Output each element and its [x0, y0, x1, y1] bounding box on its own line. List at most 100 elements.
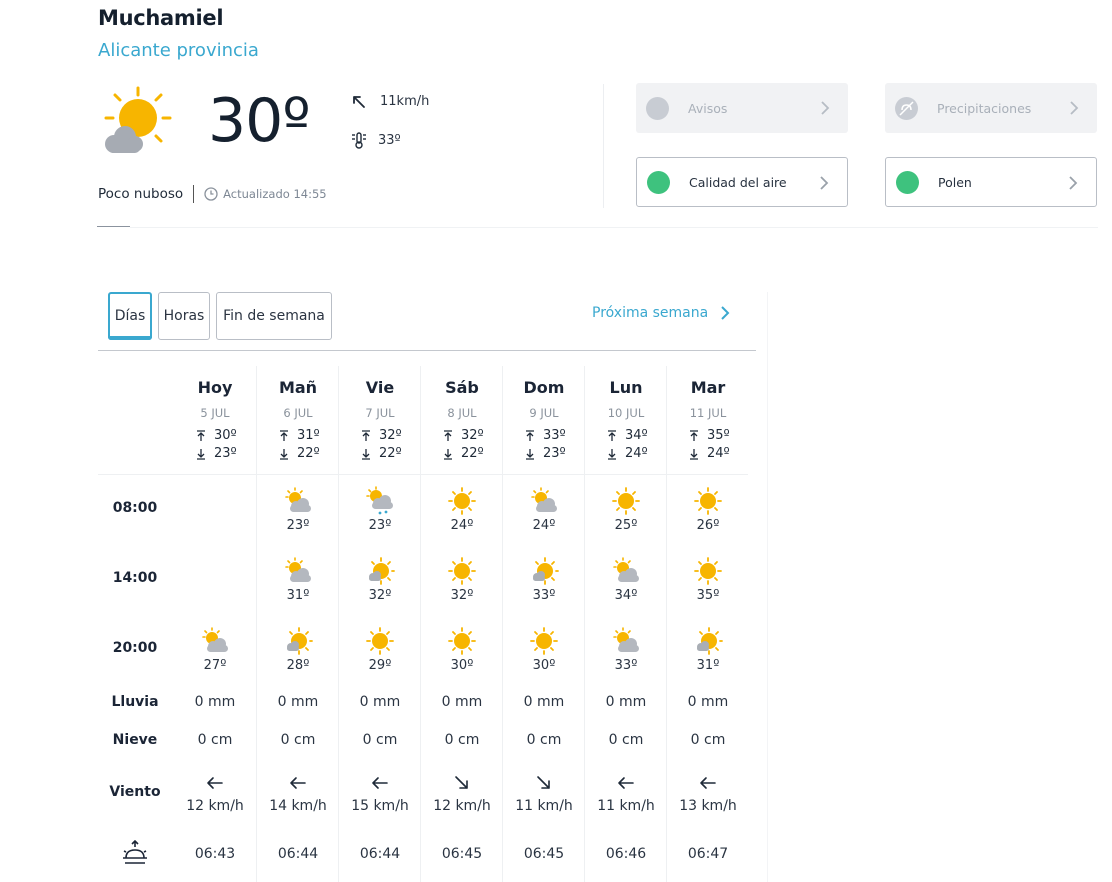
sun-icon: [530, 627, 558, 655]
day-date: 6 JUL: [283, 406, 313, 420]
sunrise-time: 06:47: [687, 846, 729, 862]
hour-temp: 35º: [696, 588, 720, 603]
day-name: Vie: [365, 378, 395, 397]
rain-value: 0 mm: [194, 694, 236, 710]
day-column[interactable]: Dom 9 JUL 33º 23º 24º 33º 30º 0 mm 0 cm 11 km/…: [502, 366, 584, 882]
hour-forecast-h1: 24º: [421, 486, 503, 533]
sunrise-time: 06:43: [194, 846, 236, 862]
thermometer-icon: [352, 132, 366, 149]
sun-cloud-icon: [285, 557, 311, 582]
next-week-label: Próxima semana: [592, 305, 709, 321]
arrow-up-icon: [197, 429, 205, 441]
wind-speed: 11 km/h: [515, 798, 573, 814]
min-temp-value: 22º: [297, 446, 320, 461]
snow-value: 0 cm: [526, 732, 562, 748]
feels-like-value: 33º: [378, 132, 401, 148]
max-temp: 34º: [607, 428, 648, 443]
sun-icon: [448, 487, 476, 515]
air-quality-card[interactable]: Calidad del aire: [636, 157, 848, 207]
hour-forecast-h3: 31º: [667, 626, 749, 673]
pollen-card[interactable]: Polen: [885, 157, 1097, 207]
hour-temp: 33º: [532, 588, 556, 603]
divider: [193, 185, 195, 203]
hour-temp: 25º: [614, 518, 638, 533]
chevron-right-icon: [1070, 101, 1079, 115]
sunrise-time: 06:45: [523, 846, 565, 862]
sunrise-time: 06:44: [277, 846, 319, 862]
tab-hours[interactable]: Horas: [158, 292, 210, 340]
rain-value: 0 mm: [523, 694, 565, 710]
arrow-down-icon: [280, 448, 288, 460]
hour-temp: 31º: [286, 588, 310, 603]
max-temp: 33º: [525, 428, 566, 443]
updated-info: Actualizado 14:55: [204, 187, 327, 201]
current-temperature: 30º: [208, 86, 311, 156]
province-link[interactable]: Alicante provincia: [98, 40, 259, 61]
tab-weekend[interactable]: Fin de semana: [216, 292, 332, 340]
day-column[interactable]: Sáb 8 JUL 32º 22º 24º 32º 30º 0 mm 0 cm 12 km/…: [420, 366, 502, 882]
sun-icon: [448, 627, 476, 655]
rain-value: 0 mm: [359, 694, 401, 710]
row-label-1400: 14:00: [112, 570, 158, 586]
sun-icon: [366, 627, 394, 655]
status-dot: [647, 170, 670, 194]
day-column[interactable]: Vie 7 JUL 32º 22º 23º 32º 29º 0 mm 0 cm 15 km/…: [338, 366, 420, 882]
row-label-2000: 20:00: [112, 640, 158, 656]
sun-small-cloud-icon: [697, 627, 723, 655]
sunrise-icon: [123, 840, 147, 864]
min-temp: 22º: [279, 446, 320, 461]
snow-value: 0 cm: [280, 732, 316, 748]
max-temp: 32º: [361, 428, 402, 443]
day-name: Mañ: [278, 378, 318, 397]
day-date: 9 JUL: [529, 406, 559, 420]
tab-label: Días: [114, 308, 146, 324]
city-name: Muchamiel: [98, 6, 224, 30]
sun-cloud-icon: [613, 627, 639, 652]
precipitation-card[interactable]: Precipitaciones: [885, 83, 1097, 133]
hour-forecast-h3: 29º: [339, 626, 421, 673]
tab-label: Fin de semana: [223, 308, 325, 324]
hour-temp: 31º: [696, 658, 720, 673]
card-label: Avisos: [688, 100, 728, 116]
hour-forecast-h3: 33º: [585, 626, 667, 673]
hour-temp: 30º: [450, 658, 474, 673]
wind-direction-icon: [455, 776, 468, 789]
chevron-right-icon: [821, 101, 830, 115]
condition-row: Poco nuboso Actualizado 14:55: [98, 184, 327, 204]
updated-text: Actualizado 14:55: [223, 187, 327, 201]
max-temp-value: 33º: [543, 428, 566, 443]
next-week-link[interactable]: Próxima semana: [592, 305, 730, 321]
sun-small-cloud-icon: [533, 557, 559, 585]
min-temp-value: 23º: [214, 446, 237, 461]
wind-direction-icon: [618, 777, 634, 789]
warnings-card[interactable]: Avisos: [636, 83, 848, 133]
arrow-down-icon: [526, 448, 534, 460]
hour-temp: 32º: [368, 588, 392, 603]
tab-days[interactable]: Días: [108, 292, 152, 340]
arrow-up-icon: [608, 429, 616, 441]
sun-icon: [448, 557, 476, 585]
snow-value: 0 cm: [197, 732, 233, 748]
day-column[interactable]: Hoy 5 JUL 30º 23º 27º 0 mm 0 cm 12 km/h 06:43: [174, 366, 256, 882]
hour-forecast-h3: 27º: [174, 626, 256, 673]
sunrise-time: 06:46: [605, 846, 647, 862]
day-column[interactable]: Lun 10 JUL 34º 24º 25º 34º 33º 0 mm 0 cm 11 km…: [584, 366, 666, 882]
max-temp-value: 34º: [625, 428, 648, 443]
rain-value: 0 mm: [687, 694, 729, 710]
min-temp: 22º: [443, 446, 484, 461]
day-name: Dom: [523, 378, 565, 397]
hour-forecast-h1: 26º: [667, 486, 749, 533]
day-column[interactable]: Mañ 6 JUL 31º 22º 23º 31º 28º 0 mm 0 cm 14 km/…: [256, 366, 338, 882]
min-temp: 22º: [361, 446, 402, 461]
current-wind-speed: 11km/h: [380, 94, 430, 109]
hour-temp: 33º: [614, 658, 638, 673]
hour-temp: 28º: [286, 658, 310, 673]
arrow-up-icon: [690, 429, 698, 441]
card-label: Precipitaciones: [937, 100, 1032, 116]
wind-arrow-icon: [353, 95, 365, 108]
snow-value: 0 cm: [690, 732, 726, 748]
sunrise-time: 06:45: [441, 846, 483, 862]
day-date: 11 JUL: [689, 406, 727, 420]
day-column[interactable]: Mar 11 JUL 35º 24º 26º 35º 31º 0 mm 0 cm 13 km…: [666, 366, 748, 882]
max-temp: 31º: [279, 428, 320, 443]
